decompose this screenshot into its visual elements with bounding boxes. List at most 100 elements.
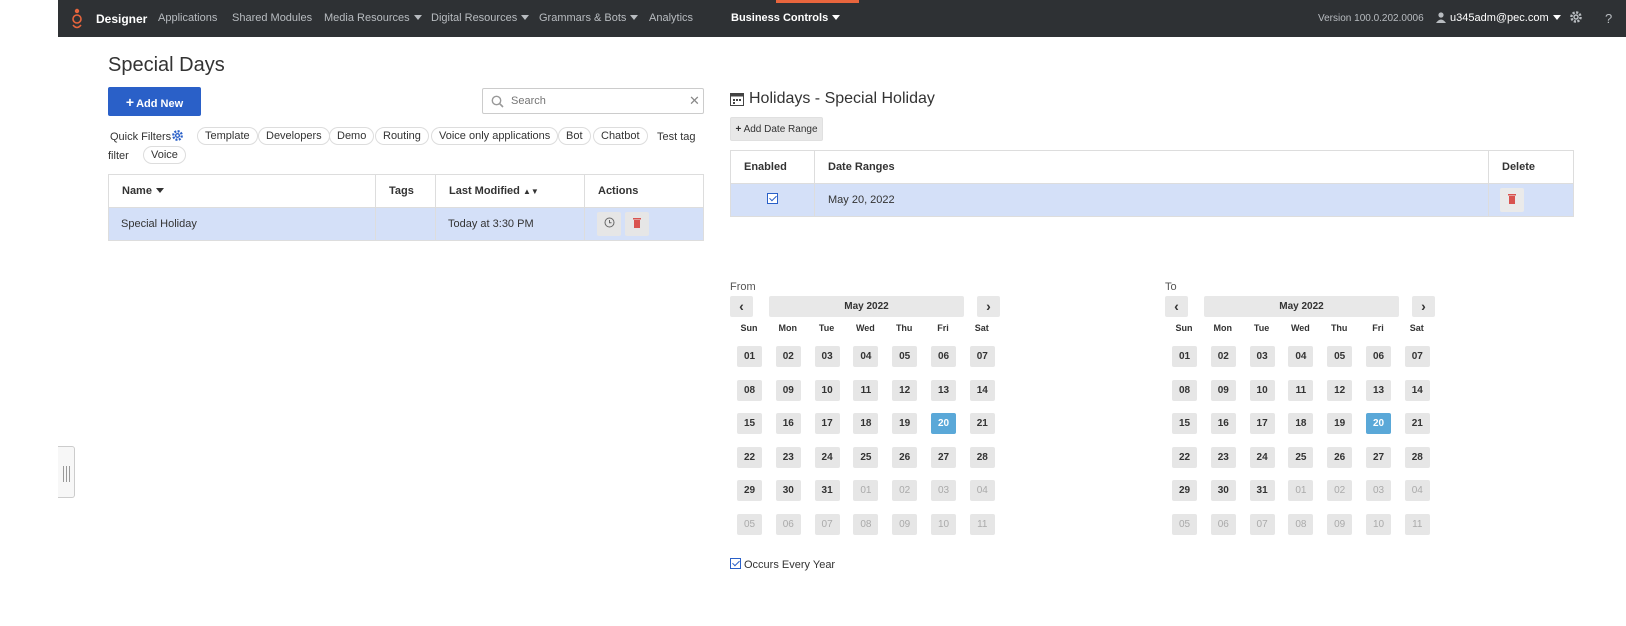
search-input[interactable] [511, 93, 681, 109]
filter-chip-filter[interactable]: filter [108, 150, 129, 162]
calendar-day[interactable]: 23 [1210, 446, 1236, 468]
filter-chip-demo[interactable]: Demo [329, 127, 375, 145]
calendar-day[interactable]: 05 [1172, 514, 1197, 535]
calendar-day[interactable]: 09 [775, 379, 801, 401]
calendar-day[interactable]: 10 [1249, 379, 1275, 401]
calendar-day[interactable]: 11 [969, 514, 995, 535]
calendar-day[interactable]: 07 [814, 514, 840, 535]
nav-grammars-bots[interactable]: Grammars & Bots [539, 12, 639, 24]
calendar-day[interactable]: 10 [931, 514, 956, 535]
calendar-day[interactable]: 06 [931, 346, 956, 367]
calendar-day[interactable]: 02 [775, 346, 801, 367]
calendar-day[interactable]: 08 [737, 379, 762, 401]
calendar-day[interactable]: 06 [775, 514, 801, 535]
previous-month-button[interactable]: ‹ [730, 296, 753, 317]
nav-media-resources[interactable]: Media Resources [324, 12, 422, 24]
calendar-day[interactable]: 30 [1210, 480, 1236, 502]
enabled-checkbox[interactable] [767, 193, 778, 204]
calendar-day[interactable]: 22 [737, 446, 762, 468]
calendar-day[interactable]: 06 [1366, 346, 1391, 367]
calendar-day[interactable]: 29 [1172, 480, 1197, 502]
calendar-day[interactable]: 19 [1327, 413, 1353, 435]
calendar-day[interactable]: 26 [1327, 446, 1353, 468]
calendar-day[interactable]: 04 [969, 480, 995, 502]
filter-chip-test-tag[interactable]: Test tag [657, 131, 696, 143]
calendar-day[interactable]: 31 [814, 480, 840, 502]
calendar-day[interactable]: 25 [853, 446, 879, 468]
filter-chip-bot[interactable]: Bot [558, 127, 591, 145]
calendar-day[interactable]: 28 [969, 446, 995, 468]
calendar-day[interactable]: 04 [1288, 346, 1314, 367]
column-header-name[interactable]: Name [108, 174, 376, 208]
calendar-day[interactable]: 01 [1172, 346, 1197, 367]
calendar-day[interactable]: 14 [1404, 379, 1430, 401]
calendar-day[interactable]: 10 [1366, 514, 1391, 535]
calendar-day[interactable]: 03 [931, 480, 956, 502]
calendar-day[interactable]: 18 [853, 413, 879, 435]
calendar-day[interactable]: 15 [737, 413, 762, 435]
calendar-day[interactable]: 03 [814, 346, 840, 367]
side-panel-handle[interactable] [58, 446, 75, 498]
calendar-day[interactable]: 05 [737, 514, 762, 535]
calendar-day[interactable]: 09 [892, 514, 918, 535]
calendar-day[interactable]: 08 [1172, 379, 1197, 401]
help-icon[interactable]: ? [1605, 11, 1612, 26]
filter-chip-routing[interactable]: Routing [375, 127, 429, 145]
calendar-day[interactable]: 21 [969, 413, 995, 435]
occurs-every-year-checkbox[interactable] [730, 558, 741, 569]
calendar-day[interactable]: 19 [892, 413, 918, 435]
calendar-day[interactable]: 05 [892, 346, 918, 367]
nav-shared-modules[interactable]: Shared Modules [232, 12, 312, 24]
calendar-day[interactable]: 13 [931, 379, 956, 401]
filter-chip-voice-only[interactable]: Voice only applications [431, 127, 559, 145]
next-month-button[interactable]: › [977, 296, 1000, 317]
add-new-button[interactable]: + Add New [108, 87, 201, 116]
selected-day[interactable]: 20 [931, 413, 956, 435]
calendar-day[interactable]: 14 [969, 379, 995, 401]
column-header-last-modified[interactable]: Last Modified ▲▼ [435, 174, 585, 208]
month-year-button[interactable]: May 2022 [1204, 296, 1399, 317]
nav-applications[interactable]: Applications [158, 12, 217, 24]
add-date-range-button[interactable]: + Add Date Range [730, 117, 823, 141]
calendar-day[interactable]: 12 [1327, 379, 1353, 401]
filter-chip-voice[interactable]: Voice [143, 146, 186, 164]
calendar-day[interactable]: 02 [892, 480, 918, 502]
calendar-day[interactable]: 08 [1288, 514, 1314, 535]
calendar-day[interactable]: 28 [1404, 446, 1430, 468]
calendar-day[interactable]: 23 [775, 446, 801, 468]
previous-month-button[interactable]: ‹ [1165, 296, 1188, 317]
calendar-day[interactable]: 12 [892, 379, 918, 401]
calendar-day[interactable]: 21 [1404, 413, 1430, 435]
calendar-day[interactable]: 02 [1210, 346, 1236, 367]
table-row[interactable]: May 20, 2022 [730, 183, 1574, 217]
search-box[interactable]: ✕ [482, 88, 704, 114]
calendar-day[interactable]: 07 [1404, 346, 1430, 367]
calendar-day[interactable]: 30 [775, 480, 801, 502]
next-month-button[interactable]: › [1412, 296, 1435, 317]
history-button[interactable] [597, 212, 621, 236]
calendar-day[interactable]: 11 [1404, 514, 1430, 535]
occurs-every-year-option[interactable]: Occurs Every Year [730, 558, 835, 571]
table-row[interactable]: Special Holiday Today at 3:30 PM [108, 207, 704, 241]
filter-chip-developers[interactable]: Developers [258, 127, 330, 145]
calendar-day[interactable]: 01 [853, 480, 879, 502]
filter-chip-template[interactable]: Template [197, 127, 258, 145]
gear-icon[interactable] [171, 129, 184, 142]
clear-search-icon[interactable]: ✕ [689, 93, 700, 109]
calendar-day[interactable]: 11 [853, 379, 879, 401]
calendar-day[interactable]: 17 [814, 413, 840, 435]
calendar-day[interactable]: 02 [1327, 480, 1353, 502]
calendar-day[interactable]: 05 [1327, 346, 1353, 367]
calendar-day[interactable]: 18 [1288, 413, 1314, 435]
nav-digital-resources[interactable]: Digital Resources [431, 12, 530, 24]
selected-day[interactable]: 20 [1366, 413, 1391, 435]
app-brand[interactable]: Designer [96, 12, 147, 26]
calendar-day[interactable]: 31 [1249, 480, 1275, 502]
calendar-day[interactable]: 09 [1327, 514, 1353, 535]
calendar-day[interactable]: 03 [1366, 480, 1391, 502]
calendar-day[interactable]: 10 [814, 379, 840, 401]
calendar-day[interactable]: 04 [1404, 480, 1430, 502]
calendar-day[interactable]: 25 [1288, 446, 1314, 468]
calendar-day[interactable]: 22 [1172, 446, 1197, 468]
nav-analytics[interactable]: Analytics [649, 12, 693, 24]
